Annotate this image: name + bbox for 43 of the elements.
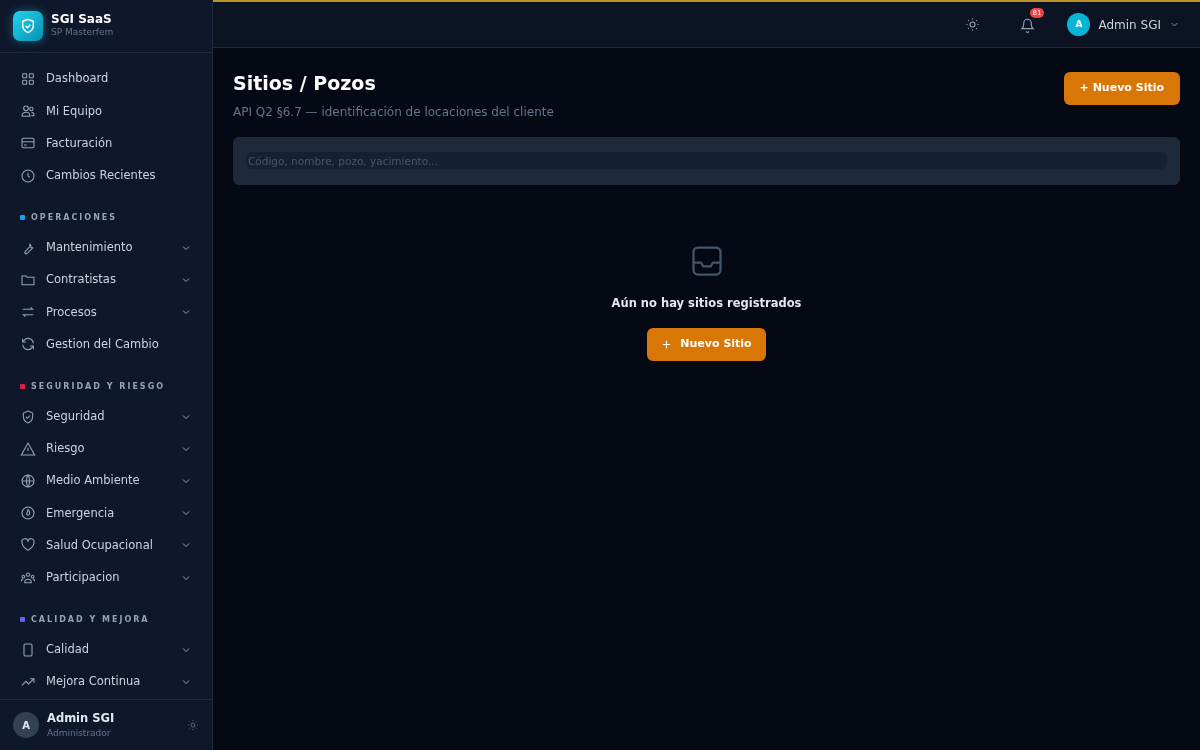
sidebar-item[interactable]: Participacion [8,561,204,594]
theme-toggle-icon[interactable] [187,719,199,731]
clock-icon [20,167,36,184]
plus-icon [661,338,673,350]
theme-toggle-icon[interactable] [965,17,981,32]
user-role: Administrador [47,726,112,740]
page-title: Sitios / Pozos [233,72,377,95]
sidebar-item[interactable]: Gestion del Cambio [8,328,204,361]
user-menu[interactable]: A Admin SGI [1067,13,1180,36]
shield-logo-icon [13,11,43,41]
section-heading: OPERACIONES [31,211,118,224]
refresh-icon [20,336,36,353]
sidebar-item[interactable]: Contratistas [8,263,204,297]
team-icon [20,103,36,120]
sidebar-item[interactable]: Dashboard [8,63,204,96]
page-subtitle: API Q2 §6.7 — identificación de locaciones del cliente [233,103,554,121]
sidebar-item[interactable]: Cambios Recientes [8,159,204,192]
shield-icon [20,408,36,425]
sidebar-item[interactable]: Seguridad [8,400,204,433]
sidebar-item[interactable]: Riesgo [8,432,204,465]
notification-bell-icon[interactable] [1020,17,1036,33]
user-name: Admin SGI [47,709,115,727]
clipboard-icon [20,641,36,658]
sidebar-item[interactable]: Facturación [8,127,204,160]
heart-icon [20,537,36,554]
dashboard-icon [20,71,36,88]
section-heading: CALIDAD Y MEJORA [31,613,150,626]
sidebar-item[interactable]: Medio Ambiente [8,464,204,498]
globe-icon [20,472,36,489]
sidebar-item[interactable]: Salud Ocupacional [8,529,204,562]
section-heading: SEGURIDAD Y RIESGO [31,380,165,393]
sidebar-item[interactable]: Mejora Continua [8,665,204,698]
sidebar-item[interactable]: Calidad [8,633,204,666]
sidebar-item[interactable]: Mantenimiento [8,231,204,264]
brand-title: SGI SaaS [51,12,113,27]
user-avatar: A [13,712,39,738]
sidebar-item[interactable]: Emergencia [8,497,204,530]
flame-icon [20,505,36,522]
sidebar-item[interactable]: Mi Equipo [8,95,204,128]
sidebar-item[interactable]: Procesos [8,296,204,329]
warning-icon [20,440,36,457]
brand-subtitle: SP Masterfem [51,26,114,40]
empty-message: Aún no hay sitios registrados [611,294,802,312]
